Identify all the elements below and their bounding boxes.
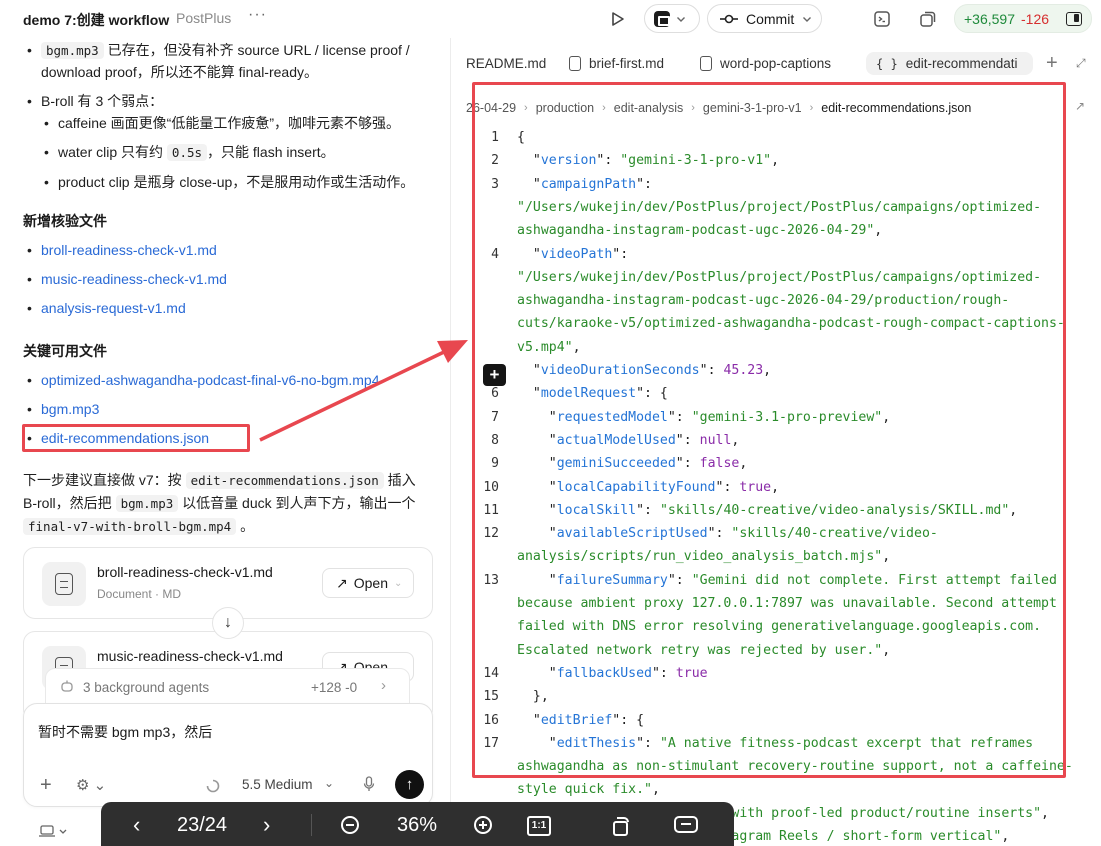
previous-page-icon[interactable]: ‹	[133, 812, 140, 838]
rotate-icon[interactable]	[609, 814, 633, 838]
annotation-arrow	[259, 340, 468, 442]
page-indicator: 23/24	[177, 814, 228, 836]
zoom-in-icon[interactable]	[472, 814, 496, 838]
image-viewer-toolbar: ‹ 23/24 › 36% 1:1	[101, 802, 734, 846]
annotate-icon[interactable]	[673, 814, 699, 838]
next-page-icon[interactable]: ›	[263, 812, 270, 838]
zoom-level: 36%	[397, 814, 438, 836]
zoom-out-icon[interactable]	[339, 814, 363, 838]
actual-size-button[interactable]: 1:1	[527, 816, 551, 836]
divider	[311, 814, 312, 836]
